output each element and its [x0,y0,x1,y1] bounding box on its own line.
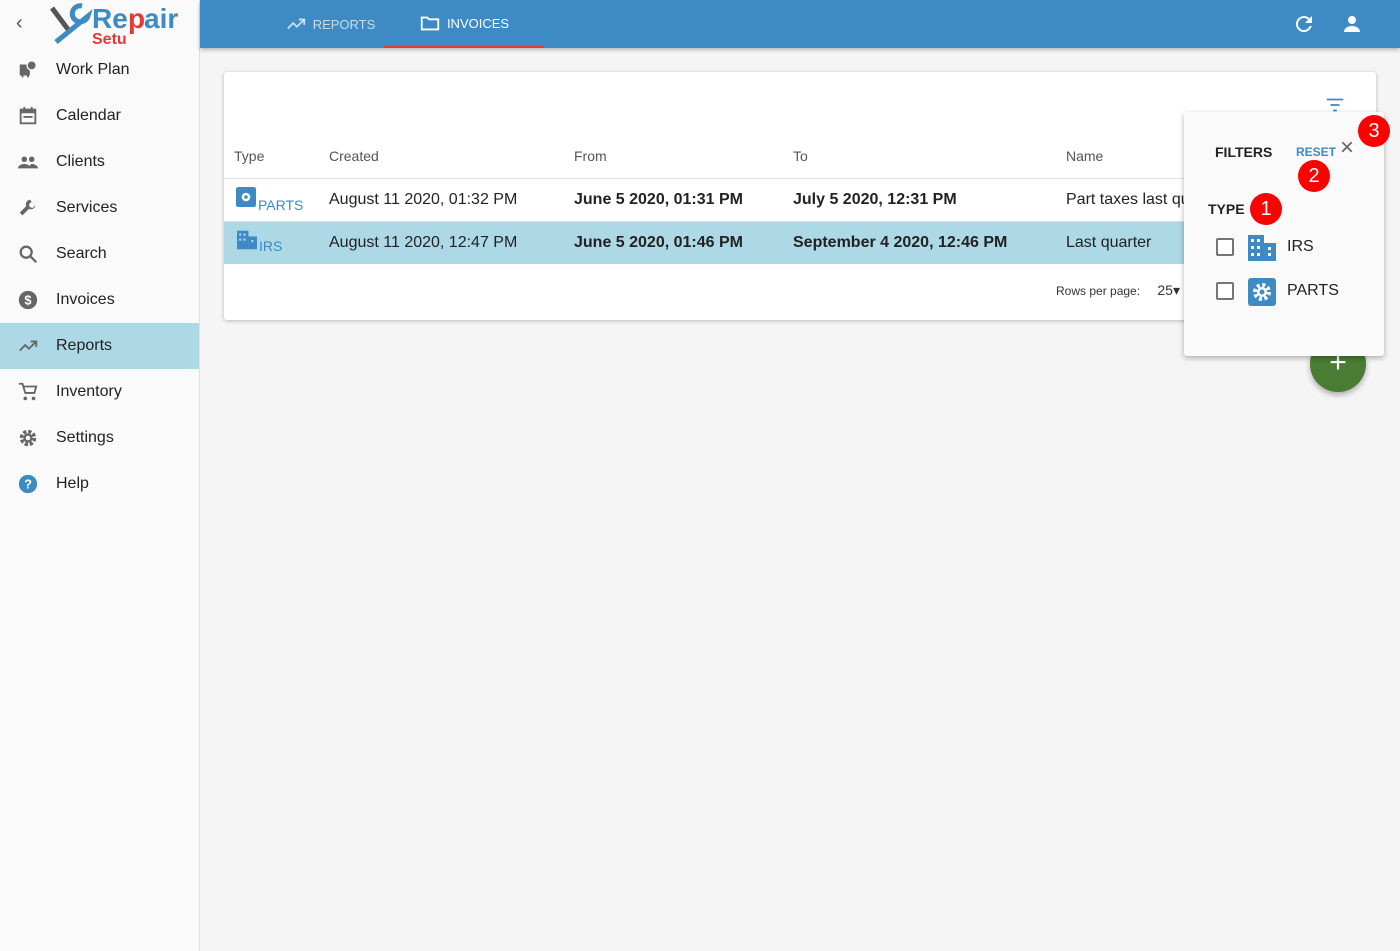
sidebar-item-label: Calendar [56,107,121,124]
logo: Re p air Setu [50,3,178,46]
sidebar-item-reports[interactable]: Reports [0,323,199,369]
annotation-badge-2: 2 [1298,160,1330,192]
from-cell: June 5 2020, 01:31 PM [574,191,743,208]
from-cell: June 5 2020, 01:46 PM [574,234,743,251]
created-cell: August 11 2020, 12:47 PM [329,234,518,251]
sidebar-nav: Work Plan Calendar Clients Services Search $ I… [0,47,199,507]
rows-per-page-select[interactable]: 25▾ [1157,282,1180,298]
svg-text:Setu: Setu [92,31,127,46]
irs-option-label: IRS [1287,238,1314,255]
sidebar: ‹ Re p air Setu Work Plan Calendar Clients… [0,0,200,951]
gear-icon [1248,278,1276,306]
svg-text:p: p [128,3,145,34]
tab-invoices[interactable]: INVOICES [384,0,544,48]
sidebar-item-invoices[interactable]: $ Invoices [0,277,199,323]
sidebar-item-label: Settings [56,429,114,446]
sidebar-item-services[interactable]: Services [0,185,199,231]
trending-up-icon [19,340,38,352]
gear-icon [236,187,256,207]
svg-text:?: ? [24,477,32,492]
irs-checkbox[interactable] [1216,238,1234,256]
sidebar-item-search[interactable]: Search [0,231,199,277]
svg-text:air: air [144,3,178,34]
sidebar-item-label: Invoices [56,291,115,308]
name-cell: Last quarter [1066,234,1152,251]
column-header-from[interactable]: From [574,148,607,164]
column-header-to[interactable]: To [793,148,808,164]
sidebar-item-label: Reports [56,337,113,354]
sidebar-item-calendar[interactable]: Calendar [0,93,199,139]
type-cell: IRS [236,230,282,254]
column-header-type[interactable]: Type [234,148,264,164]
help-icon: ? [18,474,38,494]
account-icon[interactable] [1340,12,1364,36]
sidebar-item-label: Search [56,245,107,262]
type-filter-label: TYPE [1208,201,1245,217]
filters-title: FILTERS [1215,144,1273,160]
dollar-icon: $ [18,290,38,310]
filters-panel: FILTERS RESET × TYPE IRS PARTS [1184,112,1384,356]
trending-up-icon [286,18,305,30]
cart-icon [18,382,38,401]
collapse-sidebar-button[interactable]: ‹ [16,12,23,35]
reset-button[interactable]: RESET [1296,145,1336,159]
calendar-icon [19,106,37,125]
parts-option-label: PARTS [1287,282,1339,299]
top-app-bar: REPORTS INVOICES [200,0,1400,48]
sidebar-item-inventory[interactable]: Inventory [0,369,199,415]
sidebar-item-label: Services [56,199,118,216]
bus-clock-icon [19,60,37,78]
to-cell: July 5 2020, 12:31 PM [793,191,957,208]
parts-checkbox[interactable] [1216,282,1234,300]
gear-icon [19,429,37,447]
column-header-name[interactable]: Name [1066,148,1103,164]
search-icon [19,245,38,264]
wrench-icon [19,199,36,216]
sidebar-item-settings[interactable]: Settings [0,415,199,461]
annotation-badge-1: 1 [1250,193,1282,225]
sidebar-item-work-plan[interactable]: Work Plan [0,47,199,93]
pagination: Rows per page: 25▾ [1056,282,1180,298]
svg-text:Re: Re [92,3,128,34]
sidebar-item-help[interactable]: ? Help [0,461,199,507]
annotation-badge-3: 3 [1358,115,1390,147]
svg-text:$: $ [24,293,31,308]
created-cell: August 11 2020, 01:32 PM [329,191,518,208]
close-icon[interactable]: × [1340,134,1354,162]
to-cell: September 4 2020, 12:46 PM [793,234,1008,251]
type-cell: PARTS [236,187,303,213]
folder-icon [420,16,440,31]
building-icon [1248,235,1276,261]
building-icon [237,230,257,250]
column-header-created[interactable]: Created [329,148,379,164]
people-icon [17,156,39,169]
sidebar-item-label: Clients [56,153,105,170]
sidebar-item-label: Help [56,475,89,492]
sidebar-item-label: Work Plan [56,61,130,78]
sidebar-item-label: Inventory [56,383,122,400]
refresh-icon[interactable] [1292,12,1316,36]
sidebar-item-clients[interactable]: Clients [0,139,199,185]
